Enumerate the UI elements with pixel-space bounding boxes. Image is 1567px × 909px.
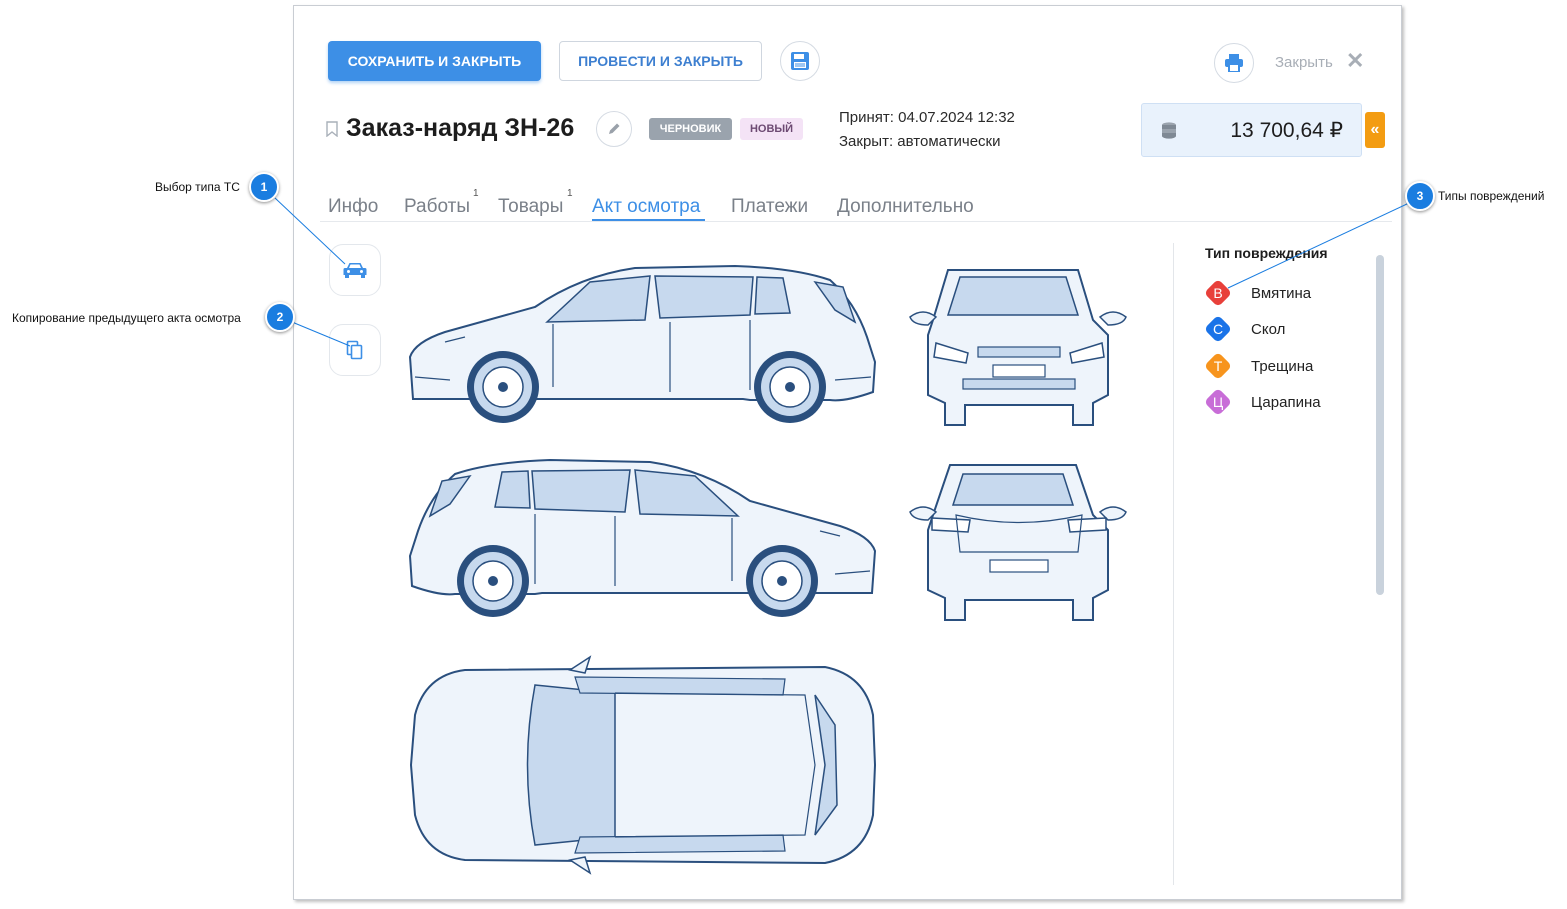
callout-badge-3: 3 (1405, 181, 1435, 211)
callout-text-1: Выбор типа ТС (155, 180, 240, 194)
callout-text-2: Копирование предыдущего акта осмотра (12, 311, 241, 325)
callout-lines (274, 197, 1410, 347)
callout-badge-1: 1 (249, 172, 279, 202)
callout-badge-2: 2 (265, 302, 295, 332)
callout-text-3: Типы повреждений (1438, 189, 1545, 203)
